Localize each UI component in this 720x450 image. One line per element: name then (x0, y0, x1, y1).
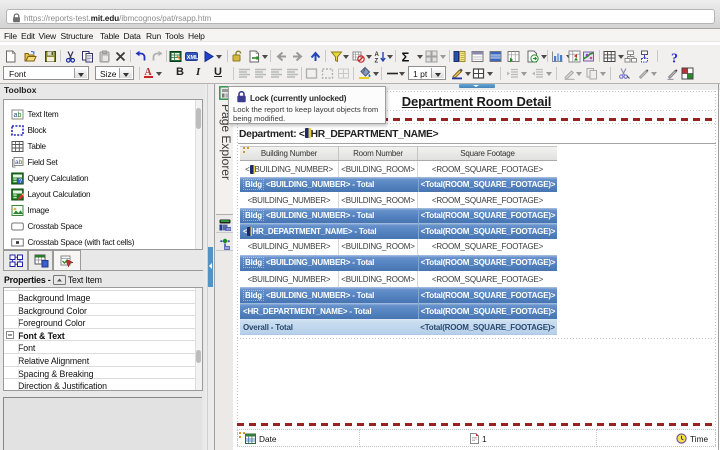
svg-text:b: b (18, 112, 22, 119)
svg-text:b: b (19, 159, 23, 166)
svg-text:XML: XML (187, 55, 198, 61)
svg-text:?: ? (671, 51, 678, 63)
svg-text:A: A (375, 52, 380, 58)
svg-text:Σ: Σ (402, 50, 410, 63)
svg-text:Z: Z (375, 58, 379, 63)
